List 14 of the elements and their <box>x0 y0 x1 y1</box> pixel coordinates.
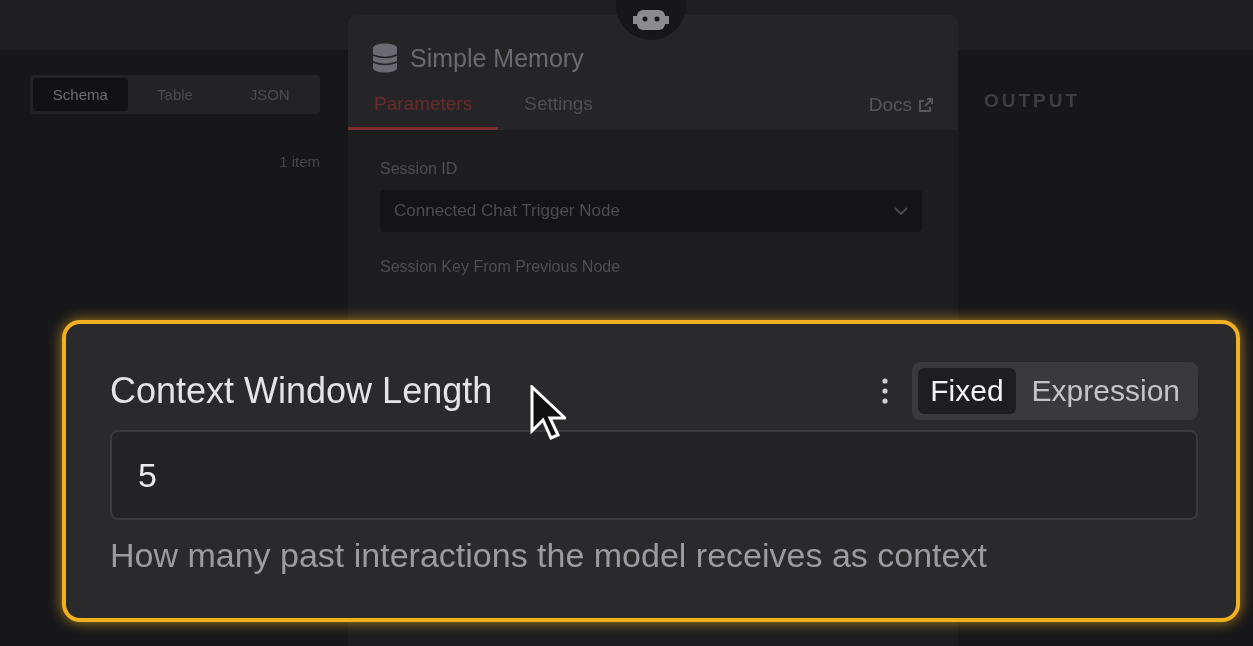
chevron-down-icon <box>894 207 908 215</box>
field-label: Context Window Length <box>110 370 493 412</box>
more-options-icon[interactable] <box>882 378 889 404</box>
mouse-pointer-icon <box>530 385 566 441</box>
external-link-icon <box>918 97 934 113</box>
input-field[interactable]: 5 <box>110 430 1198 520</box>
node-title: Simple Memory <box>410 43 584 73</box>
mode-option[interactable]: Fixed <box>918 368 1016 414</box>
session-select[interactable]: Connected Chat Trigger Node <box>380 190 922 232</box>
mode-option[interactable]: Expression <box>1019 368 1192 414</box>
database-icon <box>372 43 398 73</box>
field-hint: How many past interactions the model receives as context <box>110 536 988 575</box>
panel-tab[interactable]: Parameters <box>348 83 499 130</box>
view-tab[interactable]: Schema <box>33 78 128 111</box>
